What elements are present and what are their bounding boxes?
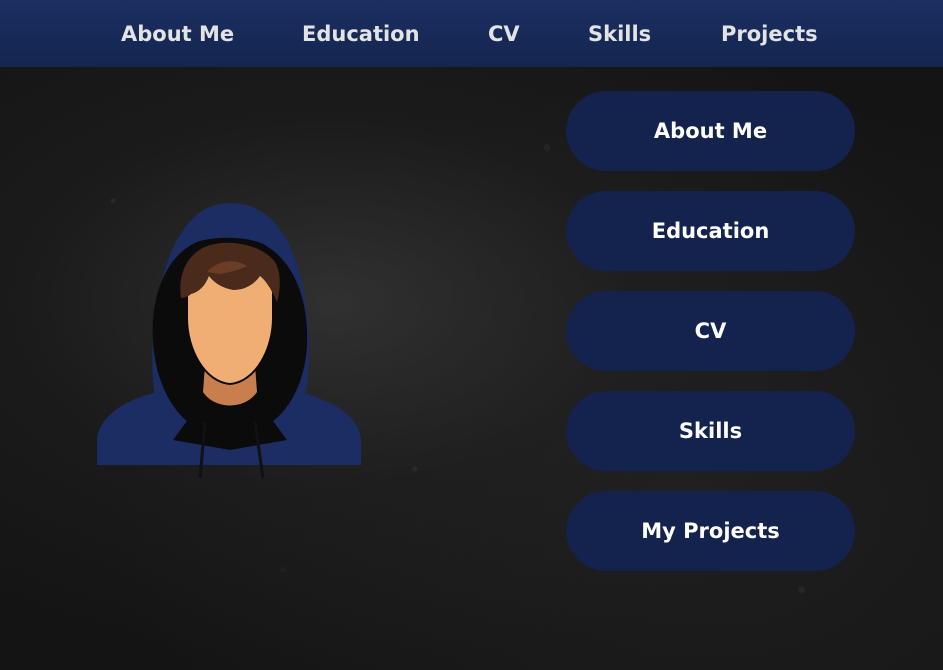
- nav-link-education[interactable]: Education: [302, 20, 420, 48]
- menu-button-my-projects[interactable]: My Projects: [566, 491, 855, 571]
- nav-link-cv[interactable]: CV: [488, 20, 520, 48]
- hooded-person-avatar: [95, 200, 365, 480]
- nav-link-projects[interactable]: Projects: [721, 20, 818, 48]
- top-nav-bar: About Me Education CV Skills Projects: [0, 0, 943, 67]
- menu-button-label: Skills: [678, 419, 743, 443]
- menu-button-label: CV: [694, 319, 727, 343]
- menu-button-cv[interactable]: CV: [566, 291, 855, 371]
- menu-button-education[interactable]: Education: [566, 191, 855, 271]
- menu-button-label: My Projects: [641, 519, 780, 543]
- nav-link-skills[interactable]: Skills: [588, 20, 651, 48]
- nav-link-about-me[interactable]: About Me: [121, 20, 234, 48]
- menu-button-label: About Me: [653, 119, 768, 143]
- menu-button-skills[interactable]: Skills: [566, 391, 855, 471]
- menu-button-about-me[interactable]: About Me: [566, 91, 855, 171]
- menu-button-label: Education: [651, 219, 770, 243]
- avatar-illustration: [97, 203, 361, 479]
